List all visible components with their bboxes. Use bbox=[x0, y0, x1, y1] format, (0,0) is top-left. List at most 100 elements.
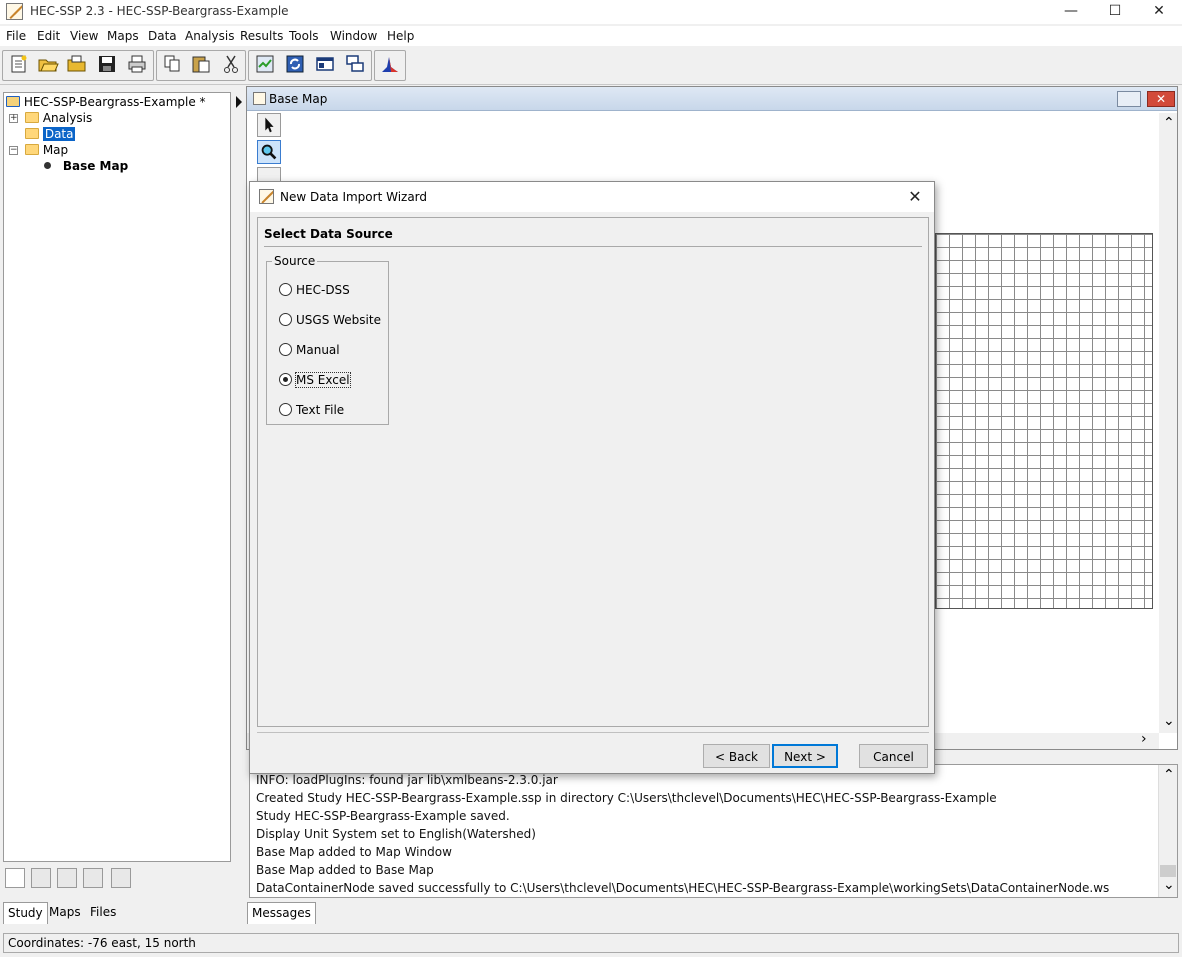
menu-view[interactable]: View bbox=[70, 29, 98, 43]
tab-files[interactable]: Files bbox=[86, 902, 120, 924]
tab-messages[interactable]: Messages bbox=[247, 902, 316, 924]
base-map-title: Base Map bbox=[269, 92, 328, 106]
edit-item-icon[interactable] bbox=[31, 868, 51, 888]
dialog-close-icon[interactable]: ✕ bbox=[902, 186, 928, 208]
study-tools bbox=[3, 866, 231, 894]
tab-maps[interactable]: Maps bbox=[45, 902, 85, 924]
map-vertical-scrollbar[interactable]: ⌃ ⌄ bbox=[1159, 113, 1177, 733]
minimize-button[interactable]: — bbox=[1048, 0, 1094, 24]
maximize-button[interactable]: ☐ bbox=[1092, 0, 1138, 24]
folder-icon bbox=[25, 112, 39, 123]
menu-bar: File Edit View Maps Data Analysis Result… bbox=[0, 26, 1182, 46]
paste-icon[interactable] bbox=[190, 53, 212, 75]
tree-item-map-label: Map bbox=[42, 143, 69, 157]
radio-icon[interactable] bbox=[279, 403, 292, 416]
radio-hec-dss[interactable]: HEC-DSS bbox=[279, 282, 350, 298]
zoom-tool-icon[interactable] bbox=[257, 140, 281, 164]
tree-item-base-map[interactable]: Base Map bbox=[44, 158, 128, 174]
coordinates-readout: Coordinates: -76 east, 15 north bbox=[8, 936, 196, 950]
messages-scrollbar[interactable]: ⌃ ⌄ bbox=[1158, 765, 1177, 897]
dialog-body: Select Data Source Source HEC-DSS USGS W… bbox=[257, 217, 929, 727]
import-data-icon[interactable] bbox=[254, 53, 276, 75]
message-line: Display Unit System set to English(Water… bbox=[256, 827, 536, 841]
radio-manual[interactable]: Manual bbox=[279, 342, 340, 358]
tab-study[interactable]: Study bbox=[3, 902, 48, 924]
restore-icon[interactable] bbox=[1117, 91, 1141, 107]
scroll-down-icon[interactable]: ⌄ bbox=[1163, 713, 1175, 729]
bullet-icon bbox=[44, 162, 51, 169]
menu-results[interactable]: Results bbox=[240, 29, 283, 43]
radio-label: MS Excel bbox=[295, 372, 351, 388]
radio-label: USGS Website bbox=[296, 313, 381, 327]
tree-root[interactable]: HEC-SSP-Beargrass-Example * bbox=[6, 94, 206, 110]
dialog-app-icon bbox=[259, 189, 274, 204]
status-bar: Coordinates: -76 east, 15 north bbox=[3, 933, 1179, 953]
menu-data[interactable]: Data bbox=[148, 29, 177, 43]
close-button[interactable]: ✕ bbox=[1136, 0, 1182, 24]
radio-ms-excel[interactable]: MS Excel bbox=[279, 372, 351, 388]
menu-edit[interactable]: Edit bbox=[37, 29, 60, 43]
rename-item-icon[interactable] bbox=[57, 868, 77, 888]
new-study-icon[interactable] bbox=[8, 53, 30, 75]
scroll-up-icon[interactable]: ⌃ bbox=[1163, 115, 1175, 131]
radio-text-file[interactable]: Text File bbox=[279, 402, 344, 418]
chart-icon[interactable] bbox=[379, 53, 401, 75]
next-button[interactable]: Next > bbox=[772, 744, 838, 768]
source-group-label: Source bbox=[272, 254, 318, 268]
map-close-icon[interactable]: ✕ bbox=[1147, 91, 1175, 107]
collapse-map-icon[interactable]: − bbox=[9, 146, 18, 155]
tree-item-analysis-label: Analysis bbox=[42, 111, 93, 125]
menu-tools[interactable]: Tools bbox=[289, 29, 319, 43]
dialog-titlebar: New Data Import Wizard ✕ bbox=[250, 182, 934, 212]
tree-item-map[interactable]: Map bbox=[25, 142, 68, 158]
radio-icon[interactable] bbox=[279, 313, 292, 326]
cascade-icon[interactable] bbox=[344, 53, 366, 75]
window-layout-icon[interactable] bbox=[314, 53, 336, 75]
heading-divider bbox=[264, 246, 922, 247]
collapse-panel-icon[interactable] bbox=[235, 92, 243, 112]
message-line: INFO: loadPlugIns: found jar lib\xmlbean… bbox=[256, 773, 558, 787]
map-window-icon bbox=[253, 92, 266, 105]
save-icon[interactable] bbox=[96, 53, 118, 75]
radio-usgs-website[interactable]: USGS Website bbox=[279, 312, 381, 328]
radio-label: Text File bbox=[296, 403, 345, 417]
back-button[interactable]: < Back bbox=[703, 744, 770, 768]
source-group: Source HEC-DSS USGS Website Manual MS Ex… bbox=[266, 254, 389, 425]
open-folder-icon[interactable] bbox=[66, 53, 88, 75]
menu-analysis[interactable]: Analysis bbox=[185, 29, 234, 43]
message-line: Base Map added to Map Window bbox=[256, 845, 452, 859]
radio-icon[interactable] bbox=[279, 343, 292, 356]
messages-panel: INFO: loadPlugIns: found jar lib\xmlbean… bbox=[249, 764, 1178, 898]
delete-item-icon[interactable] bbox=[83, 868, 103, 888]
map-grid[interactable] bbox=[935, 233, 1153, 609]
message-line: Created Study HEC-SSP-Beargrass-Example.… bbox=[256, 791, 997, 805]
cut-icon[interactable] bbox=[220, 53, 242, 75]
refresh-icon[interactable] bbox=[284, 53, 306, 75]
pointer-tool-icon[interactable] bbox=[257, 113, 281, 137]
scroll-right-icon[interactable]: › bbox=[1141, 731, 1147, 747]
left-tabs: Study Maps Files bbox=[3, 902, 231, 924]
radio-icon[interactable] bbox=[279, 283, 292, 296]
tree-item-data-label: Data bbox=[42, 127, 76, 141]
radio-label: Manual bbox=[296, 343, 340, 357]
scroll-up-icon[interactable]: ⌃ bbox=[1163, 767, 1175, 783]
expand-analysis-icon[interactable]: + bbox=[9, 114, 18, 123]
open-study-icon[interactable] bbox=[37, 53, 59, 75]
new-item-icon[interactable] bbox=[5, 868, 25, 888]
menu-file[interactable]: File bbox=[6, 29, 26, 43]
cancel-button[interactable]: Cancel bbox=[859, 744, 928, 768]
menu-window[interactable]: Window bbox=[330, 29, 377, 43]
tree-item-data[interactable]: Data bbox=[25, 126, 76, 142]
tree-item-analysis[interactable]: Analysis bbox=[25, 110, 92, 126]
print-icon[interactable] bbox=[126, 53, 148, 75]
step-heading: Select Data Source bbox=[264, 227, 393, 241]
scroll-down-icon[interactable]: ⌄ bbox=[1163, 877, 1175, 893]
menu-help[interactable]: Help bbox=[387, 29, 414, 43]
radio-selected-icon[interactable] bbox=[279, 373, 292, 386]
run-item-icon[interactable] bbox=[111, 868, 131, 888]
copy-icon[interactable] bbox=[161, 53, 183, 75]
study-folder-icon bbox=[6, 96, 20, 107]
scroll-thumb[interactable] bbox=[1160, 865, 1176, 877]
app-icon bbox=[6, 3, 23, 20]
menu-maps[interactable]: Maps bbox=[107, 29, 139, 43]
